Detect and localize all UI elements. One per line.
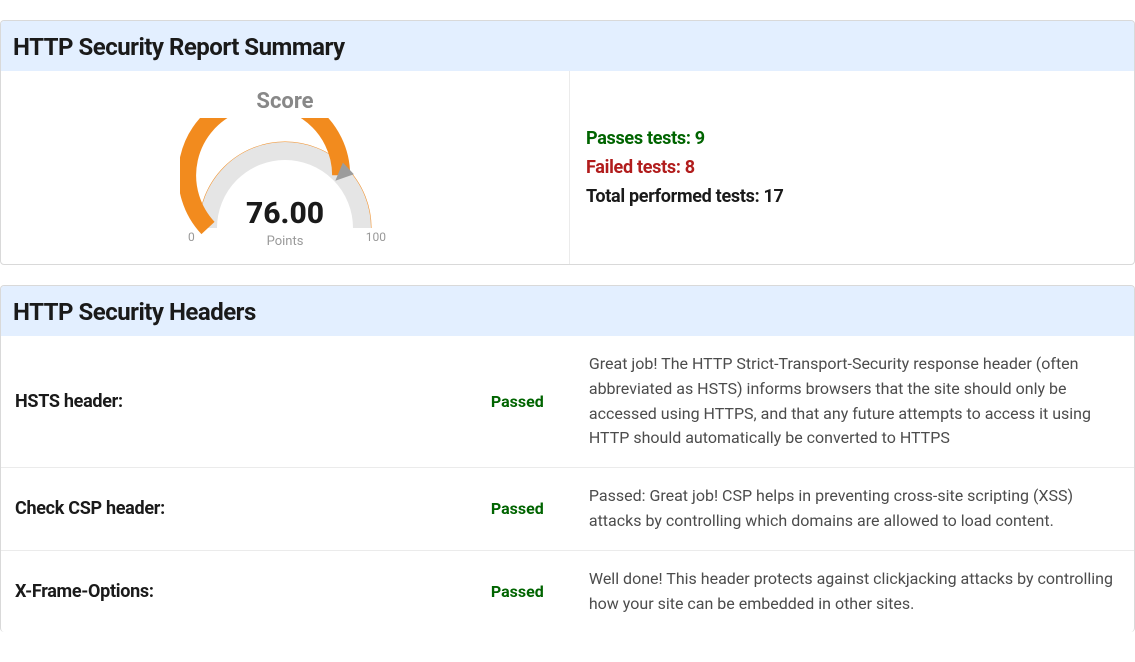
test-name: X-Frame-Options: (1, 550, 477, 632)
summary-body: Score 76.00 Points 0 100 (1, 71, 1134, 264)
score-value: 76.00 (246, 196, 324, 231)
test-name: Check CSP header: (1, 468, 477, 551)
score-gauge: 76.00 Points 0 100 (180, 118, 390, 248)
test-name: HSTS header: (1, 336, 477, 468)
score-unit: Points (267, 234, 304, 249)
headers-panel: HTTP Security Headers HSTS header:Passed… (0, 285, 1135, 632)
test-description: Passed: Great job! CSP helps in preventi… (575, 468, 1134, 551)
score-section: Score 76.00 Points 0 100 (1, 71, 570, 264)
table-row: X-Frame-Options:PassedWell done! This he… (1, 550, 1134, 632)
total-count: Total performed tests: 17 (586, 186, 1134, 207)
test-status: Passed (477, 336, 575, 468)
test-status: Passed (477, 550, 575, 632)
summary-title: HTTP Security Report Summary (1, 21, 1134, 71)
failed-count: Failed tests: 8 (586, 157, 1134, 178)
stats-section: Passes tests: 9 Failed tests: 8 Total pe… (570, 71, 1134, 264)
test-description: Great job! The HTTP Strict-Transport-Sec… (575, 336, 1134, 468)
headers-table: HSTS header:PassedGreat job! The HTTP St… (1, 336, 1134, 632)
summary-panel: HTTP Security Report Summary Score (0, 20, 1135, 265)
table-row: HSTS header:PassedGreat job! The HTTP St… (1, 336, 1134, 468)
passes-count: Passes tests: 9 (586, 128, 1134, 149)
score-min-label: 0 (188, 230, 195, 244)
test-status: Passed (477, 468, 575, 551)
table-row: Check CSP header:PassedPassed: Great job… (1, 468, 1134, 551)
headers-title: HTTP Security Headers (1, 286, 1134, 336)
score-max-label: 100 (366, 230, 386, 244)
test-description: Well done! This header protects against … (575, 550, 1134, 632)
score-title: Score (11, 89, 559, 114)
